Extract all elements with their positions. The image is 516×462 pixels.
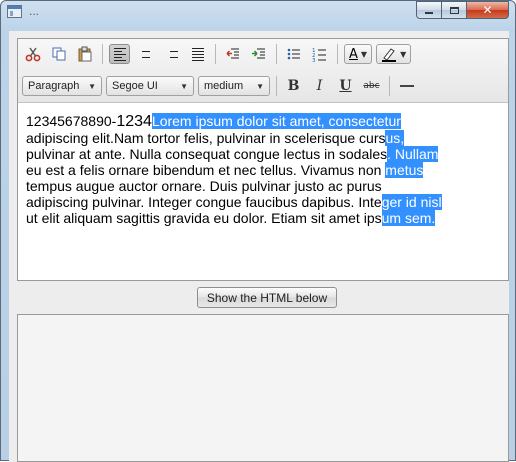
- editor-text: adipiscing pulvinar. Integer congue fauc…: [26, 194, 382, 210]
- editor-line: adipiscing pulvinar. Integer congue fauc…: [26, 194, 502, 210]
- highlight-icon: [382, 48, 397, 62]
- toolbar-separator: [276, 76, 277, 96]
- strikethrough-label: abc: [363, 81, 380, 91]
- editor-text: tempus augue auctor ornare. Duis pulvina…: [26, 178, 382, 194]
- horizontal-rule-button[interactable]: [396, 76, 417, 96]
- numbered-list-icon: 1 2 3: [312, 48, 326, 62]
- toolbar-separator: [337, 44, 338, 64]
- bold-button[interactable]: B: [283, 76, 304, 96]
- paragraph-format-value: Paragraph: [28, 80, 80, 92]
- outdent-icon: [225, 48, 239, 59]
- editor-line: 12345678890-1234Lorem ipsum dolor sit am…: [26, 113, 502, 130]
- toolbar-row-top: 1 2 3 A ▼ ▼: [22, 42, 415, 66]
- show-html-button[interactable]: Show the HTML below: [197, 287, 337, 308]
- align-right-button[interactable]: [161, 44, 182, 64]
- copy-button[interactable]: [48, 44, 69, 64]
- editor-line: eu est a felis ornare bibendum et nec te…: [26, 162, 502, 178]
- app-icon: [7, 5, 22, 18]
- selected-text: . Nullam: [387, 146, 439, 162]
- font-family-value: Segoe UI: [112, 80, 158, 92]
- app-window: ... ✕ 1 2 3 A ▼ ▼ Paragraph ▼ Segoe UI ▼…: [0, 0, 516, 462]
- align-justify-button[interactable]: [187, 44, 208, 64]
- editor-content[interactable]: 12345678890-1234Lorem ipsum dolor sit am…: [26, 113, 502, 273]
- paragraph-format-select[interactable]: Paragraph ▼: [22, 76, 102, 96]
- chevron-down-icon: ▼: [400, 49, 407, 59]
- bold-label: B: [287, 78, 300, 94]
- align-left-button[interactable]: [109, 44, 130, 64]
- indent-button[interactable]: [248, 44, 269, 64]
- editor-text-large: 1234: [116, 113, 152, 130]
- text-color-label: A: [349, 46, 358, 62]
- toolbar-separator: [102, 44, 103, 64]
- maximize-icon: [449, 6, 459, 14]
- highlight-color-button[interactable]: ▼: [376, 44, 412, 64]
- paste-icon: [78, 46, 91, 62]
- minimize-icon: [425, 11, 433, 14]
- close-icon: ✕: [482, 3, 493, 17]
- align-center-button[interactable]: [135, 44, 156, 64]
- editor-text: ut elit aliquam sagittis gravida eu dolo…: [26, 210, 382, 226]
- selected-text: ger id nisl: [381, 194, 442, 210]
- window-controls: ✕: [416, 1, 509, 19]
- chevron-down-icon: ▼: [180, 81, 188, 91]
- close-button[interactable]: ✕: [466, 1, 509, 19]
- editor-text: eu est a felis ornare bibendum et nec te…: [26, 162, 386, 178]
- align-left-icon: [113, 47, 126, 61]
- italic-label: I: [316, 78, 323, 94]
- chevron-down-icon: ▼: [256, 81, 264, 91]
- align-center-icon: [140, 48, 152, 61]
- title-bar[interactable]: ... ✕: [1, 1, 515, 23]
- font-family-select[interactable]: Segoe UI ▼: [106, 76, 194, 96]
- editor-text: adipiscing elit.Nam tortor felis, pulvin…: [26, 130, 386, 146]
- editor-line: ut elit aliquam sagittis gravida eu dolo…: [26, 210, 502, 226]
- toolbar-row-bottom: Paragraph ▼ Segoe UI ▼ medium ▼ B I U ab…: [22, 74, 422, 98]
- editor-line: adipiscing elit.Nam tortor felis, pulvin…: [26, 130, 502, 146]
- selected-text: us,: [385, 130, 405, 146]
- underline-label: U: [339, 78, 352, 94]
- horizontal-rule-icon: [399, 85, 414, 87]
- minimize-button[interactable]: [416, 1, 442, 19]
- selected-text: um sem.: [381, 210, 436, 226]
- html-editor: 1 2 3 A ▼ ▼ Paragraph ▼ Segoe UI ▼ mediu…: [17, 38, 509, 281]
- font-size-select[interactable]: medium ▼: [198, 76, 270, 96]
- font-size-value: medium: [204, 80, 244, 92]
- bullet-list-icon: [287, 48, 300, 60]
- cut-icon: [25, 47, 40, 62]
- italic-button[interactable]: I: [309, 76, 330, 96]
- selected-text: metus: [385, 162, 424, 178]
- html-output-area[interactable]: [17, 314, 509, 462]
- toolbar-separator: [389, 76, 390, 96]
- align-right-icon: [166, 48, 178, 61]
- text-color-button[interactable]: A ▼: [344, 44, 373, 64]
- editor-line: pulvinar at ante. Nulla consequat congue…: [26, 146, 502, 162]
- indent-icon: [251, 48, 265, 59]
- editor-line: tempus augue auctor ornare. Duis pulvina…: [26, 178, 502, 194]
- underline-button[interactable]: U: [335, 76, 356, 96]
- editor-text: pulvinar at ante. Nulla consequat congue…: [26, 146, 388, 162]
- paste-button[interactable]: [74, 44, 95, 64]
- bullet-list-button[interactable]: [283, 44, 304, 64]
- cut-button[interactable]: [22, 44, 43, 64]
- editor-text-small: 12345678890-: [26, 113, 117, 129]
- svg-text:3: 3: [312, 58, 316, 62]
- client-area: 1 2 3 A ▼ ▼ Paragraph ▼ Segoe UI ▼ mediu…: [9, 31, 509, 462]
- toolbar-separator: [276, 44, 277, 64]
- selected-text: Lorem ipsum dolor sit amet, consectetur: [151, 113, 401, 129]
- maximize-button[interactable]: [441, 1, 467, 19]
- chevron-down-icon: ▼: [88, 81, 96, 91]
- outdent-button[interactable]: [222, 44, 243, 64]
- numbered-list-button[interactable]: 1 2 3: [309, 44, 330, 64]
- copy-icon: [52, 47, 65, 61]
- strikethrough-button[interactable]: abc: [361, 76, 382, 96]
- align-justify-icon: [191, 47, 204, 61]
- text-color-icon: A: [349, 48, 358, 61]
- editor-toolbar: 1 2 3 A ▼ ▼ Paragraph ▼ Segoe UI ▼ mediu…: [18, 39, 508, 103]
- window-title: ...: [29, 4, 40, 18]
- chevron-down-icon: ▼: [360, 49, 368, 59]
- toolbar-separator: [215, 44, 216, 64]
